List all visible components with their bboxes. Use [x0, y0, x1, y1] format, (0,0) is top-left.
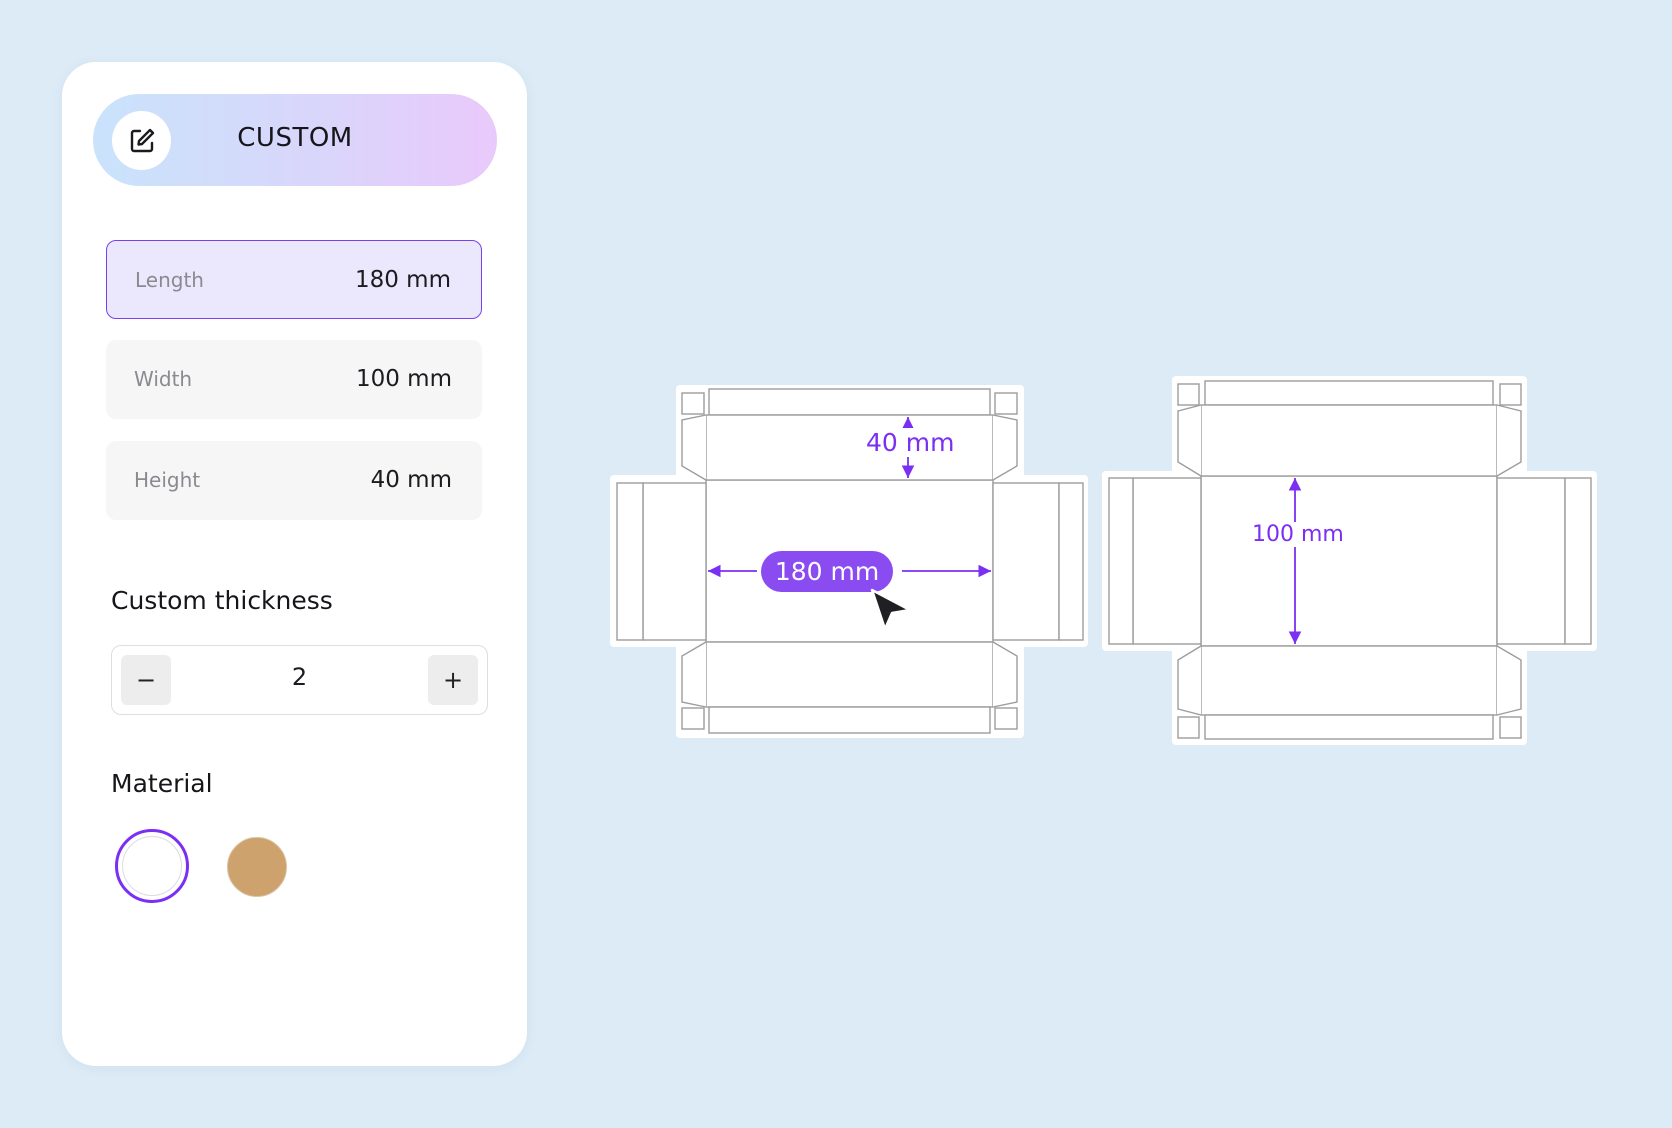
width-dimension-label: 100 mm	[1248, 522, 1348, 547]
dieline-right	[1102, 376, 1597, 745]
height-dimension-label: 40 mm	[862, 428, 959, 457]
cursor-icon	[870, 588, 912, 631]
